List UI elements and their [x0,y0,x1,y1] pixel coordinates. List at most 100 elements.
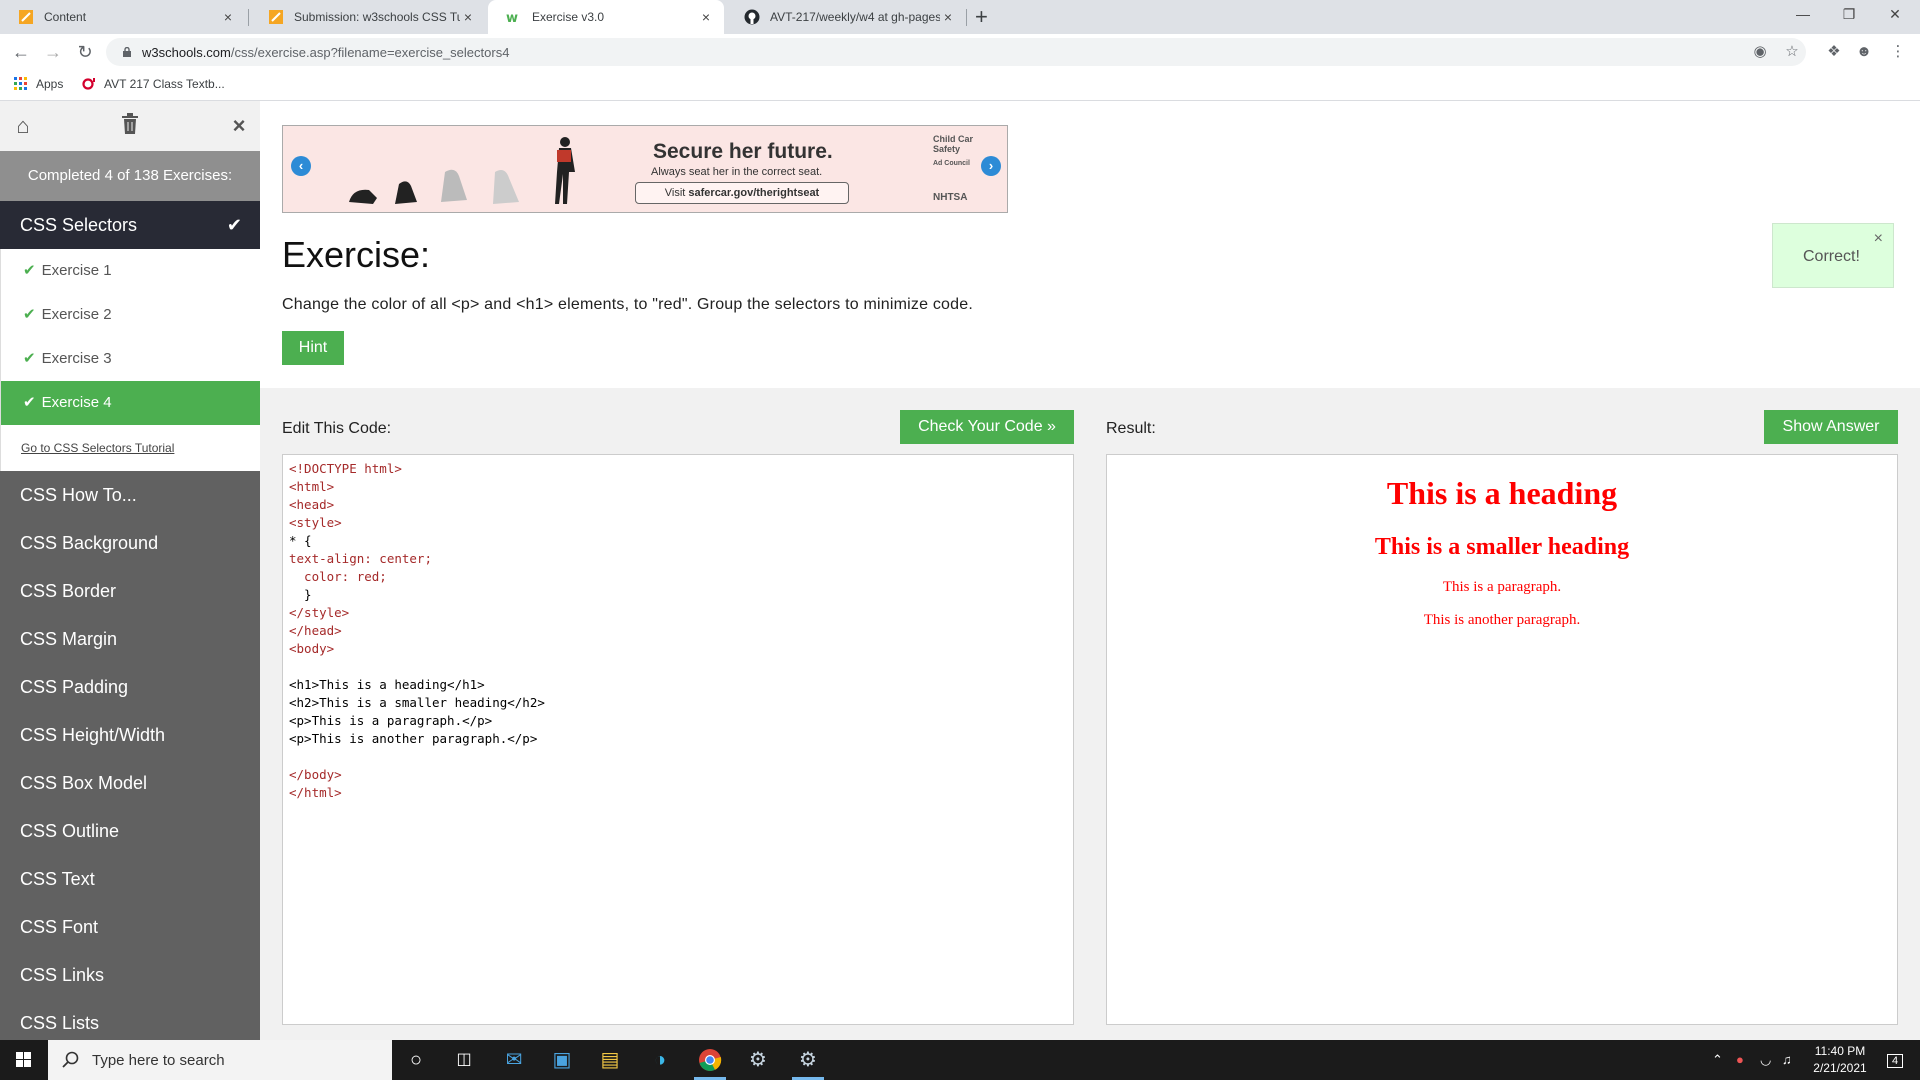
checkmark-icon: ✔ [23,394,36,411]
browser-tab-content[interactable]: Content × [0,0,246,34]
check-code-button[interactable]: Check Your Code » [900,410,1074,444]
chrome-icon[interactable] [686,1040,734,1080]
code-line: <!DOCTYPE html> [289,461,402,476]
sidebar-category[interactable]: CSS Border [0,567,260,615]
sidebar-category[interactable]: CSS Font [0,903,260,951]
bookmark-avt-textbook[interactable]: AVT 217 Class Textb... [82,77,225,91]
file-explorer-icon[interactable]: ▤ [586,1040,634,1080]
steam-running-icon[interactable]: ⚙ [784,1040,832,1080]
progress-counter: Completed 4 of 138 Exercises: [0,151,260,201]
code-editor[interactable]: <!DOCTYPE html> <html> <head> <style> * … [282,454,1074,1025]
code-line: </body> [289,767,342,782]
tab-close-icon[interactable]: × [940,9,956,25]
sidebar-category[interactable]: CSS Margin [0,615,260,663]
store-icon[interactable]: ▣ [538,1040,586,1080]
correct-toast: Correct! × [1772,223,1894,288]
edge-icon[interactable]: ◑ [636,1040,684,1080]
sidebar-category[interactable]: CSS Padding [0,663,260,711]
back-arrow-icon[interactable]: ← [8,39,34,65]
checkmark-icon: ✔ [23,306,36,323]
restore-icon[interactable]: ❐ [1826,0,1872,30]
exercise-label: Exercise 3 [41,350,112,367]
reload-icon[interactable]: ↻ [72,39,98,65]
w3schools-favicon-icon: w [506,11,518,25]
advertisement-banner[interactable]: ‹ Secure her future. Always seat her in … [282,125,1008,213]
extensions-puzzle-icon[interactable]: ❖ [1822,40,1846,64]
url-host: w3schools.com [142,44,231,60]
sidebar-category[interactable]: CSS Outline [0,807,260,855]
sidebar-exercise-1[interactable]: ✔ Exercise 1 [0,249,260,293]
tab-close-icon[interactable]: × [698,9,714,25]
checkmark-icon: ✔ [23,262,36,279]
bookmark-apps[interactable]: Apps [14,77,63,91]
taskbar-clock[interactable]: 11:40 PM 2/21/2021 [1798,1043,1882,1077]
mail-icon[interactable]: ✉ [490,1040,538,1080]
sidebar-category[interactable]: CSS Links [0,951,260,999]
sidebar-category[interactable]: CSS Box Model [0,759,260,807]
apps-grid-icon [14,77,27,90]
exercise-label: Exercise 1 [41,262,112,279]
result-heading-2: This is a smaller heading [1374,534,1630,560]
wifi-icon[interactable]: ◡ [1760,1040,1771,1080]
toast-close-icon[interactable]: × [1874,230,1883,248]
new-tab-icon[interactable]: + [975,4,988,30]
forward-arrow-icon[interactable]: → [40,39,66,65]
search-placeholder: Type here to search [92,1051,225,1069]
code-workarea: Edit This Code: Check Your Code » Result… [260,388,1920,1040]
sidebar-category[interactable]: CSS Lists [0,999,260,1040]
code-line: </style> [289,605,350,620]
tray-chevron-icon[interactable]: ⌃ [1712,1040,1723,1080]
bookmark-star-icon[interactable]: ☆ [1780,40,1804,64]
address-bar[interactable]: w3schools.com/css/exercise.asp?filename=… [106,38,1806,66]
document-favicon-icon [269,10,283,24]
menu-kebab-icon[interactable]: ⋮ [1886,40,1910,64]
eye-slash-icon[interactable]: ◉ [1748,40,1772,64]
sidebar-category[interactable]: CSS Text [0,855,260,903]
browser-tab-submission[interactable]: Submission: w3schools CSS Tutorial × [250,0,486,34]
volume-icon[interactable]: ♫ [1782,1040,1792,1080]
ad-next-arrow-icon[interactable]: › [981,156,1001,176]
result-paragraph-2: This is another paragraph. [1423,612,1581,628]
ad-brand-child-car-safety: Child Car Safety [933,134,974,154]
code-line: <p>This is a paragraph.</p> [289,713,493,728]
close-sidebar-icon[interactable]: × [224,113,254,139]
home-icon[interactable]: ⌂ [8,113,38,139]
exercise-sidebar: ⌂ × Completed 4 of 138 Exercises: CSS Se… [0,101,260,1040]
trash-icon[interactable] [115,113,145,139]
steam-icon[interactable]: ⚙ [734,1040,782,1080]
minimize-icon[interactable]: — [1780,0,1826,30]
browser-tab-exercise[interactable]: w Exercise v3.0 × [488,0,724,34]
bookmark-label: Apps [36,77,64,91]
sidebar-exercise-2[interactable]: ✔ Exercise 2 [0,293,260,337]
tray-app-icon[interactable]: ● [1736,1040,1744,1080]
profile-avatar-icon[interactable]: ☻ [1852,40,1876,64]
taskbar-search-box[interactable]: Type here to search [48,1040,392,1080]
oreilly-icon [82,78,95,90]
notifications-icon[interactable]: 4 [1880,1040,1910,1080]
show-answer-button[interactable]: Show Answer [1764,410,1898,444]
tab-divider [966,9,967,26]
sidebar-exercise-3[interactable]: ✔ Exercise 3 [0,337,260,381]
sidebar-category[interactable]: CSS How To... [0,471,260,519]
ad-visit-button[interactable]: Visit safercar.gov/therightseat [635,182,849,204]
tab-close-icon[interactable]: × [220,9,236,25]
tutorial-link[interactable]: Go to CSS Selectors Tutorial [0,425,260,471]
browser-tab-github[interactable]: AVT-217/weekly/w4 at gh-pages × [726,0,966,34]
task-view-icon[interactable]: ◫ [440,1040,488,1080]
sidebar-category-css-selectors[interactable]: CSS Selectors ✔ [0,201,260,249]
car-seats-illustration [349,137,575,204]
ad-prev-arrow-icon[interactable]: ‹ [291,156,311,176]
tab-close-icon[interactable]: × [460,9,476,25]
cortana-icon[interactable]: ○ [392,1040,440,1080]
window-close-icon[interactable]: ✕ [1872,0,1918,30]
code-content[interactable]: <!DOCTYPE html> <html> <head> <style> * … [289,460,1067,802]
sidebar-category[interactable]: CSS Height/Width [0,711,260,759]
sidebar-category[interactable]: CSS Background [0,519,260,567]
tab-title: Submission: w3schools CSS Tutorial [294,10,460,24]
hint-button[interactable]: Hint [282,331,344,365]
tab-title: Content [44,10,87,24]
windows-start-button[interactable] [0,1040,48,1080]
tab-title: AVT-217/weekly/w4 at gh-pages [770,10,940,24]
sidebar-exercise-4[interactable]: ✔ Exercise 4 [0,381,260,425]
code-line: * { [289,533,312,548]
